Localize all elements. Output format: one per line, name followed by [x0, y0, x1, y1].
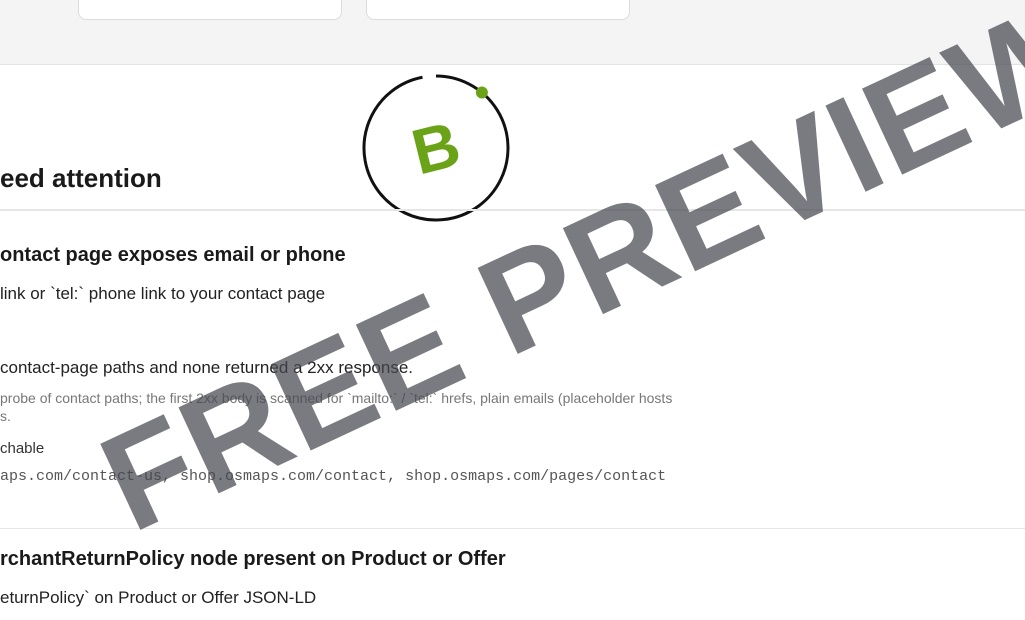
check-fix-text: link or `tel:` phone link to your contac…: [0, 284, 326, 303]
check-title: rchantReturnPolicy node present on Produ…: [0, 548, 506, 570]
check-method-line: s.: [0, 408, 11, 424]
check-title: ontact page exposes email or phone: [0, 244, 346, 266]
section-title: eed attention: [0, 163, 162, 193]
audit-report-page: B eed attention ontact page exposes emai…: [0, 0, 1025, 620]
check-method-line: probe of contact paths; the first 2xx bo…: [0, 390, 673, 406]
check-divider: [0, 528, 1025, 529]
summary-band: [0, 0, 1025, 65]
check-url-list: aps.com/contact-us, shop.osmaps.com/cont…: [0, 468, 667, 485]
section-divider: [0, 209, 1025, 211]
watermark: FREE PREVIEW: [0, 0, 1025, 620]
summary-card: [78, 0, 342, 20]
check-method-text: probe of contact paths; the first 2xx bo…: [0, 389, 1025, 425]
grade-badge: B: [361, 73, 511, 223]
check-status-text: chable: [0, 440, 45, 457]
check-detail-text: contact-page paths and none returned a 2…: [0, 358, 414, 377]
summary-card: [366, 0, 630, 20]
check-fix-text: eturnPolicy` on Product or Offer JSON-LD: [0, 588, 317, 607]
